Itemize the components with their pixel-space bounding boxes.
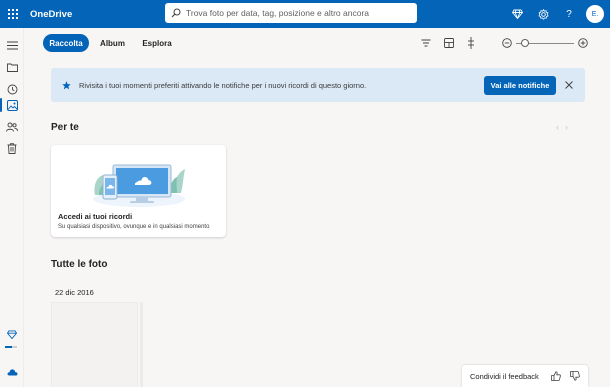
hamburger-icon — [6, 41, 18, 49]
premium-diamond-icon — [7, 329, 17, 339]
clock-history-icon — [7, 84, 17, 94]
premium-button[interactable] — [504, 0, 530, 28]
zoom-in-icon[interactable] — [578, 38, 588, 48]
tab-raccolta[interactable]: Raccolta — [43, 34, 89, 52]
nav-recycle-bin[interactable] — [4, 140, 20, 156]
folder-icon — [6, 63, 18, 72]
close-icon — [565, 81, 573, 89]
view-layout-button[interactable] — [442, 36, 456, 50]
carousel-arrows: ‹ › — [556, 122, 568, 132]
settings-gear-icon — [537, 8, 549, 20]
thumbs-up-icon — [550, 370, 561, 381]
zoom-slider[interactable] — [516, 39, 574, 47]
premium-diamond-icon — [511, 9, 523, 19]
section-title-per-te: Per te — [51, 122, 79, 133]
section-title-tutte-le-foto: Tutte le foto — [51, 259, 108, 270]
tab-album[interactable]: Album — [96, 34, 129, 52]
people-icon — [6, 122, 18, 132]
thumbs-down-icon — [569, 370, 580, 381]
timeline-button[interactable] — [464, 36, 478, 50]
view-layout-icon — [444, 38, 454, 48]
memories-illustration — [93, 164, 185, 207]
help-button[interactable]: ? — [556, 0, 582, 28]
active-nav-indicator — [0, 98, 2, 112]
banner-message: Rivisita i tuoi momenti preferiti attiva… — [79, 80, 367, 90]
photos-icon — [6, 99, 18, 111]
chevron-left-icon[interactable]: ‹ — [556, 122, 559, 132]
app-launcher-button[interactable] — [0, 0, 26, 28]
date-group-label: 22 dic 2016 — [55, 288, 94, 297]
banner-close-button[interactable] — [562, 78, 576, 92]
storage-progress-fill — [5, 346, 13, 348]
waffle-icon — [8, 9, 18, 19]
storage-progress-bar — [5, 346, 17, 348]
enable-notifications-button[interactable]: Vai alle notifiche — [484, 76, 556, 95]
app-title[interactable]: OneDrive — [30, 9, 72, 20]
notification-banner: Rivisita i tuoi momenti preferiti attiva… — [51, 68, 585, 102]
nav-my-files[interactable] — [4, 59, 20, 75]
thumbs-up-button[interactable] — [549, 369, 562, 382]
zoom-slider-thumb[interactable] — [520, 39, 529, 47]
help-icon: ? — [566, 8, 572, 20]
top-bar: OneDrive Trova foto per data, tag, posiz… — [0, 0, 610, 28]
cloud-icon — [6, 369, 17, 376]
memories-card[interactable]: Accedi ai tuoi ricordi Su qualsiasi disp… — [51, 145, 226, 237]
search-placeholder: Trova foto per data, tag, posizione e al… — [186, 8, 370, 18]
search-input[interactable]: Trova foto per data, tag, posizione e al… — [165, 3, 417, 23]
chevron-right-icon[interactable]: › — [565, 122, 568, 132]
star-icon — [62, 80, 71, 89]
feedback-label: Condividi il feedback — [470, 371, 539, 381]
nav-recent[interactable] — [4, 81, 20, 97]
avatar[interactable]: E. — [586, 5, 604, 23]
photo-thumbnail[interactable] — [51, 302, 138, 387]
tab-esplora[interactable]: Esplora — [139, 34, 175, 52]
zoom-out-icon[interactable] — [502, 38, 512, 48]
filter-button[interactable] — [419, 36, 433, 50]
card-title: Accedi ai tuoi ricordi — [58, 212, 133, 221]
settings-button[interactable] — [530, 0, 556, 28]
left-navigation-rail — [0, 28, 24, 387]
trash-icon — [7, 142, 17, 154]
feedback-bar: Condividi il feedback — [462, 365, 588, 387]
card-subtitle: Su qualsiasi dispositivo, ovunque e in q… — [58, 224, 210, 230]
thumbs-down-button[interactable] — [568, 369, 581, 382]
nav-onedrive-storage[interactable] — [4, 364, 20, 380]
nav-premium[interactable] — [4, 326, 20, 342]
nav-shared[interactable] — [4, 119, 20, 135]
search-icon — [171, 8, 181, 18]
zoom-control — [502, 36, 588, 50]
timeline-icon — [468, 37, 474, 49]
photo-thumbnail[interactable] — [140, 302, 143, 387]
nav-photos[interactable] — [4, 97, 20, 113]
filter-icon — [421, 39, 431, 47]
menu-button[interactable] — [4, 37, 20, 53]
